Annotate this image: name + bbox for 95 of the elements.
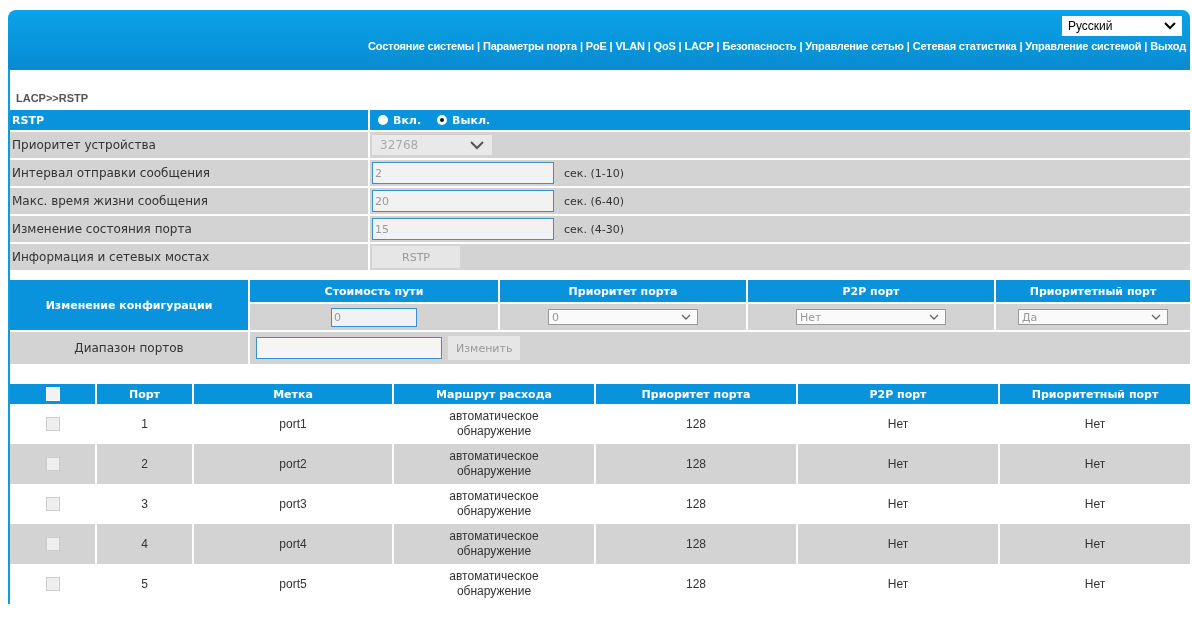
select-all-checkbox[interactable] bbox=[45, 387, 60, 401]
unit-label: сек. (1-10) bbox=[564, 166, 624, 180]
range-label: Диапазон портов bbox=[10, 332, 248, 364]
table-cell: Нет bbox=[887, 457, 909, 471]
nav-separator: | bbox=[477, 40, 480, 52]
nav-separator: | bbox=[1019, 40, 1023, 52]
column-header: P2P порт bbox=[798, 384, 998, 404]
nav-separator: | bbox=[647, 40, 651, 52]
setting-label: Макс. время жизни сообщения bbox=[10, 188, 368, 214]
config-title: Изменение конфигурации bbox=[10, 280, 248, 330]
nav-separator: | bbox=[716, 40, 720, 52]
dropdown[interactable]: 0 bbox=[548, 309, 698, 325]
table-cell: port4 bbox=[279, 537, 307, 551]
table-cell: Нет bbox=[887, 497, 909, 511]
table-cell: Нет bbox=[887, 417, 909, 431]
table-cell: Нет bbox=[1084, 457, 1106, 471]
input-field[interactable]: 2 bbox=[372, 162, 554, 184]
chevron-down-icon bbox=[1151, 314, 1161, 320]
row-checkbox[interactable] bbox=[45, 417, 60, 431]
nav-link[interactable]: Выход bbox=[1150, 40, 1186, 52]
input-field[interactable]: 20 bbox=[372, 190, 554, 212]
input-field[interactable] bbox=[256, 337, 442, 359]
table-cell: 1 bbox=[141, 417, 148, 431]
nav-separator: | bbox=[579, 40, 583, 52]
table-cell: 4 bbox=[141, 537, 148, 551]
nav-link[interactable]: Параметры порта bbox=[482, 40, 577, 52]
table-cell: Нет bbox=[887, 537, 909, 551]
table-cell: автоматическое обнаружение bbox=[449, 489, 539, 519]
input-field[interactable]: 0 bbox=[331, 307, 417, 327]
nav-separator: | bbox=[609, 40, 613, 52]
radio-option[interactable]: Вкл. bbox=[378, 113, 422, 127]
unit-label: сек. (4-30) bbox=[564, 222, 624, 236]
nav-link[interactable]: QoS bbox=[653, 40, 676, 52]
chevron-down-icon bbox=[681, 314, 691, 320]
setting-label: Приоритет устройства bbox=[10, 132, 368, 158]
nav-link[interactable]: Безопасность bbox=[722, 40, 797, 52]
table-cell: автоматическое обнаружение bbox=[449, 529, 539, 559]
row-checkbox[interactable] bbox=[45, 577, 60, 591]
table-cell: Нет bbox=[1084, 497, 1106, 511]
nav-link[interactable]: Управление сетью bbox=[805, 40, 904, 52]
table-cell: port3 bbox=[279, 497, 307, 511]
column-header: Маршрут расхода bbox=[394, 384, 594, 404]
nav-link[interactable]: VLAN bbox=[615, 40, 645, 52]
nav-separator: | bbox=[678, 40, 682, 52]
language-select[interactable]: Русский bbox=[1062, 16, 1182, 36]
column-header: Приоритет порта bbox=[596, 384, 796, 404]
column-header: P2P порт bbox=[748, 280, 994, 302]
nav-link[interactable]: Сетевая статистика bbox=[912, 40, 1017, 52]
setting-label: Информация и сетевых мостах bbox=[10, 244, 368, 270]
chevron-down-icon bbox=[1164, 22, 1176, 30]
nav-separator: | bbox=[906, 40, 910, 52]
column-header: Метка bbox=[194, 384, 392, 404]
setting-label: Изменение состояния порта bbox=[10, 216, 368, 242]
row-checkbox[interactable] bbox=[45, 457, 60, 471]
table-cell: port1 bbox=[279, 417, 307, 431]
table-cell: port5 bbox=[279, 577, 307, 591]
table-cell: 128 bbox=[686, 577, 706, 591]
table-cell: 128 bbox=[686, 537, 706, 551]
table-cell: 2 bbox=[141, 457, 148, 471]
column-header: Приоритет порта bbox=[500, 280, 746, 302]
input-field[interactable]: 15 bbox=[372, 218, 554, 240]
row-checkbox[interactable] bbox=[45, 497, 60, 511]
table-cell: автоматическое обнаружение bbox=[449, 569, 539, 599]
column-header: Приоритетный порт bbox=[1000, 384, 1190, 404]
nav-link[interactable]: Управление системой bbox=[1025, 40, 1142, 52]
unit-label: сек. (6-40) bbox=[564, 194, 624, 208]
column-header: Приоритетный порт bbox=[996, 280, 1190, 302]
setting-label: Интервал отправки сообщения bbox=[10, 160, 368, 186]
table-cell: Нет bbox=[1084, 537, 1106, 551]
nav-separator: | bbox=[799, 40, 803, 52]
table-cell: Нет bbox=[887, 577, 909, 591]
column-header: Порт bbox=[97, 384, 192, 404]
table-cell: 128 bbox=[686, 417, 706, 431]
dropdown[interactable]: Да bbox=[1018, 309, 1168, 325]
table-cell: 3 bbox=[141, 497, 148, 511]
chevron-down-icon bbox=[470, 140, 484, 150]
rstp-label: RSTP bbox=[10, 110, 368, 130]
breadcrumb: LACP>>RSTP bbox=[15, 91, 90, 106]
table-cell: автоматическое обнаружение bbox=[449, 409, 539, 439]
row-checkbox[interactable] bbox=[45, 537, 60, 551]
column-header: Стоимость пути bbox=[250, 280, 498, 302]
table-cell: 128 bbox=[686, 497, 706, 511]
table-cell: port2 bbox=[279, 457, 307, 471]
chevron-down-icon bbox=[929, 314, 939, 320]
table-cell: 128 bbox=[686, 457, 706, 471]
table-cell: Нет bbox=[1084, 417, 1106, 431]
nav-separator: | bbox=[1144, 40, 1148, 52]
table-cell: автоматическое обнаружение bbox=[449, 449, 539, 479]
radio-option[interactable]: Выкл. bbox=[437, 113, 491, 127]
table-cell: Нет bbox=[1084, 577, 1106, 591]
dropdown[interactable]: Нет bbox=[796, 309, 946, 325]
nav-link[interactable]: PoE bbox=[585, 40, 607, 52]
nav-link[interactable]: Состояние системы bbox=[368, 40, 475, 52]
nav-link[interactable]: LACP bbox=[684, 40, 714, 52]
table-cell: 5 bbox=[141, 577, 148, 591]
